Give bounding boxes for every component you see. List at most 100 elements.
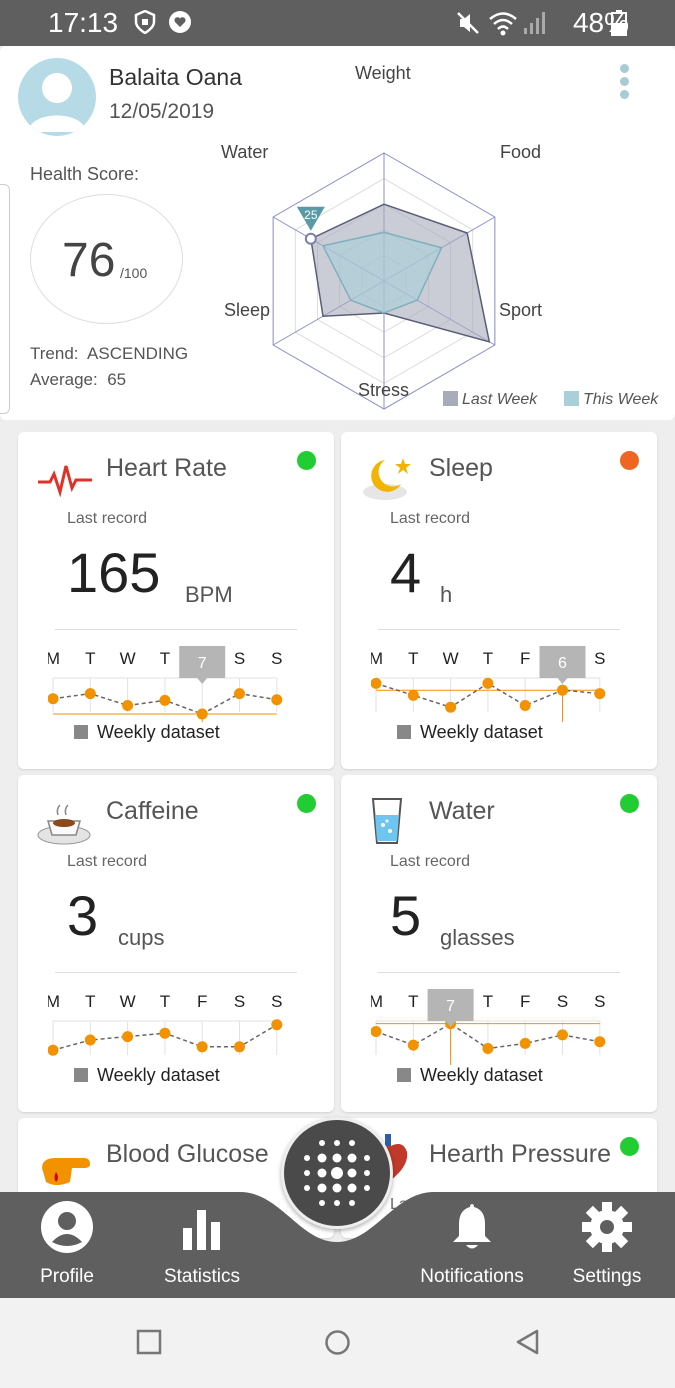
data-point[interactable] [122,700,134,711]
weekly-label: Weekly dataset [420,1065,543,1085]
weekly-chart: M T T F S S 7 [371,989,606,1065]
data-point[interactable] [159,1027,171,1039]
data-point[interactable] [482,677,494,689]
chart-tooltip-value: 7 [198,655,207,672]
radar-axis-water: Water [221,142,269,162]
legend-label: This Week [583,391,659,408]
status-dot [620,451,639,470]
weekly-dataset-legend[interactable]: Weekly dataset [397,722,543,743]
tile-water[interactable]: Water Last record 5 glasses M T T F S S 7 Week… [341,775,657,1112]
radar-axis-weight: Weight [355,63,411,83]
data-point[interactable] [196,1041,208,1053]
data-point[interactable] [196,708,208,720]
data-point[interactable] [371,677,382,689]
radar-axis-stress: Stress [358,380,410,400]
grid-dot [347,1183,357,1193]
person-icon [28,73,86,132]
data-point[interactable] [371,1026,382,1037]
weekly-chart: M T W T F S 6 [371,646,606,722]
user-date: 12/05/2019 [109,100,215,123]
data-point[interactable] [519,1037,531,1049]
tile-heart-rate[interactable]: Heart Rate Last record 165 BPM M T W T S S 7 W… [18,432,334,769]
health-score-label: Health Score: [30,164,140,184]
data-point[interactable] [234,688,245,700]
day-label: M [48,649,60,668]
data-point[interactable] [48,693,59,705]
legend-this-week[interactable]: This Week [564,391,658,409]
day-label: T [85,992,95,1011]
legend-last-week[interactable]: Last Week [443,391,537,409]
divider [378,629,620,630]
data-point[interactable] [271,1019,283,1031]
data-point[interactable] [84,688,96,700]
back-icon[interactable] [513,1328,541,1356]
data-point[interactable] [407,689,419,701]
radar-selected-point[interactable] [304,232,317,245]
grid-dot [334,1200,340,1206]
day-label: T [408,992,418,1011]
tile-title: Water [429,797,495,825]
home-icon[interactable] [324,1329,351,1356]
legend-label: Last Week [462,391,538,408]
more-options-icon[interactable] [620,64,634,106]
data-point[interactable] [234,1041,245,1053]
tile-title: Hearth Pressure [429,1140,612,1168]
day-label: T [483,649,493,668]
nav-settings[interactable]: Settings [570,1200,644,1288]
data-point[interactable] [48,1044,59,1056]
data-point[interactable] [407,1039,419,1051]
recents-icon[interactable] [136,1329,162,1355]
record-unit: BPM [185,582,233,607]
nav-profile[interactable]: Profile [36,1200,98,1288]
nav-label: Notifications [420,1266,524,1287]
record-unit: cups [118,925,165,950]
user-name: Balaita Oana [109,64,242,90]
status-dot [620,1137,639,1156]
nav-label: Profile [40,1266,94,1287]
day-label: T [160,649,170,668]
data-point[interactable] [557,684,568,696]
drawer-handle[interactable] [0,184,10,414]
record-unit: h [440,582,453,607]
data-point[interactable] [159,694,171,706]
weekly-label: Weekly dataset [97,1065,220,1085]
data-point[interactable] [519,700,531,711]
weekly-dataset-legend[interactable]: Weekly dataset [74,722,220,743]
bell-icon [453,1204,491,1249]
grid-dot [317,1168,327,1178]
data-point[interactable] [557,1029,568,1041]
signal-icon [524,12,545,34]
weekly-chart: M T W T S S 7 [48,646,283,722]
grid-dot [332,1183,342,1193]
day-label: W [443,649,459,668]
data-point[interactable] [445,701,457,713]
status-dot [297,794,316,813]
data-point[interactable] [594,1036,606,1048]
data-point[interactable] [482,1043,494,1054]
shield-icon [134,10,156,34]
tile-sleep[interactable]: Sleep Last record 4 h M T W T F S 6 Weekly dat… [341,432,657,769]
average-label: Average: [30,370,98,389]
data-point[interactable] [271,694,283,706]
data-point[interactable] [122,1031,134,1043]
record-value: 165 [67,541,161,604]
bar-chart-icon [183,1210,220,1250]
avatar[interactable] [18,58,96,136]
grid-dot [334,1140,340,1146]
last-record-label: Last record [67,510,148,527]
data-point[interactable] [84,1034,96,1046]
weekly-dataset-legend[interactable]: Weekly dataset [74,1065,220,1086]
tile-caffeine[interactable]: Caffeine Last record 3 cups M T W T F S S Week… [18,775,334,1112]
weekly-chart: MTWTFSS [48,992,283,1056]
dots-grid-icon [304,1140,370,1206]
main-menu-button[interactable] [281,1117,393,1229]
nav-statistics[interactable]: Statistics [160,1200,244,1288]
nav-label: Settings [572,1266,642,1287]
weekly-dataset-legend[interactable]: Weekly dataset [397,1065,543,1086]
data-point[interactable] [594,688,606,700]
tile-title: Caffeine [106,797,199,825]
day-label: M [371,649,383,668]
nav-notifications[interactable]: Notifications [416,1200,528,1288]
day-label: F [520,649,530,668]
grid-dot [317,1153,327,1163]
